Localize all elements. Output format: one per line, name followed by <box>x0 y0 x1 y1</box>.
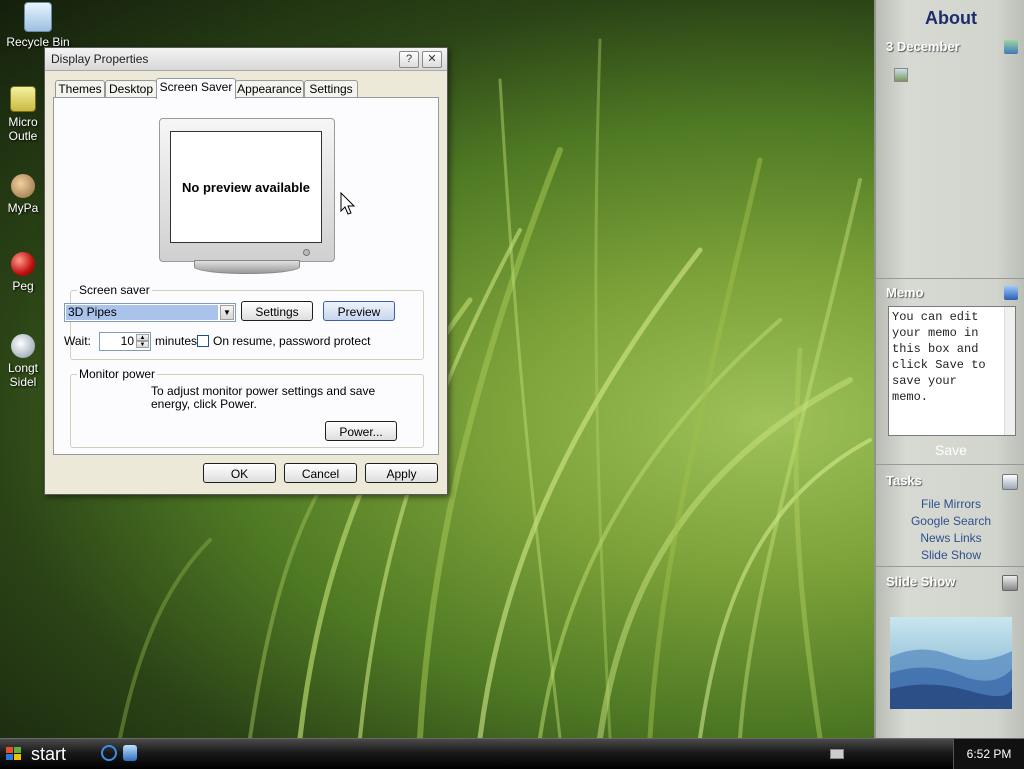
cancel-button[interactable]: Cancel <box>284 463 357 483</box>
calendar-tile: 3 December <box>880 38 1022 278</box>
taskbar: start 6:52 PM <box>0 738 1024 769</box>
red-ball-icon <box>11 252 35 276</box>
sidebar-divider <box>876 566 1024 567</box>
password-protect-label: On resume, password protect <box>213 334 371 348</box>
screen-saver-panel: No preview available Screen saver 3D Pip… <box>53 97 439 455</box>
monitor-power-text: To adjust monitor power settings and sav… <box>151 384 376 411</box>
display-properties-dialog: Display Properties ? ✕ Themes Desktop Sc… <box>44 47 448 495</box>
desktop-icon-label: Micro Outle <box>8 115 38 143</box>
monitor-power-group: Monitor power To adjust monitor power se… <box>70 367 424 448</box>
start-button[interactable]: start <box>0 739 90 769</box>
windows-logo-icon <box>6 747 22 761</box>
sidebar-header[interactable]: About <box>876 0 1024 33</box>
internet-explorer-icon[interactable] <box>101 745 117 761</box>
system-tray-clock[interactable]: 6:52 PM <box>953 739 1024 769</box>
minutes-label: minutes <box>155 334 198 348</box>
memo-tile-icon[interactable] <box>1004 286 1018 300</box>
people-icon <box>11 174 35 198</box>
task-link-google-search[interactable]: Google Search <box>880 513 1022 530</box>
desktop-icon-label: MyPa <box>7 201 39 215</box>
show-desktop-icon[interactable] <box>123 745 137 761</box>
monitor-bezel: No preview available <box>159 118 335 262</box>
tasks-tile: Tasks File Mirrors Google Search News Li… <box>880 472 1022 568</box>
screen-saver-selected: 3D Pipes <box>66 305 218 320</box>
tab-themes[interactable]: Themes <box>55 80 105 98</box>
desktop-icon-peg[interactable]: Peg <box>0 252 46 293</box>
monitor-power-group-label: Monitor power <box>77 367 158 381</box>
screen-saver-group: Screen saver 3D Pipes ▼ Settings Preview… <box>64 283 424 360</box>
task-link-news-links[interactable]: News Links <box>880 530 1022 547</box>
slideshow-tile-icon[interactable] <box>1002 575 1018 591</box>
wait-label: Wait: <box>64 334 91 348</box>
ok-button[interactable]: OK <box>203 463 276 483</box>
outlook-icon <box>10 86 36 112</box>
password-protect-checkbox[interactable] <box>197 335 209 347</box>
recycle-bin-icon <box>24 2 52 32</box>
spin-up-icon[interactable]: ▲ <box>136 334 149 341</box>
tasks-tile-icon[interactable] <box>1002 474 1018 490</box>
spin-down-icon[interactable]: ▼ <box>136 341 149 348</box>
tab-screen-saver[interactable]: Screen Saver <box>156 78 236 99</box>
calendar-title: 3 December <box>886 39 960 54</box>
screen-saver-preview-button[interactable]: Preview <box>323 301 395 321</box>
memo-text: You can edit your memo in this box and c… <box>892 310 986 404</box>
dialog-titlebar[interactable]: Display Properties ? ✕ <box>45 48 447 71</box>
tasks-title: Tasks <box>886 473 922 488</box>
desktop-icon-longhorn-sidebar[interactable]: Longt Sidel <box>0 334 46 389</box>
memo-scrollbar[interactable] <box>1004 307 1015 435</box>
memo-textarea[interactable]: You can edit your memo in this box and c… <box>888 306 1016 436</box>
longhorn-sidebar: About 3 December Memo You can edit your … <box>874 0 1024 738</box>
tab-desktop[interactable]: Desktop <box>105 80 157 98</box>
memo-save-button[interactable]: Save <box>880 442 1022 458</box>
mouse-cursor-icon <box>340 192 356 215</box>
preview-screen: No preview available <box>170 131 322 243</box>
desktop-icon-mypa[interactable]: MyPa <box>0 174 46 215</box>
sidebar-divider <box>876 464 1024 465</box>
monitor-stand <box>194 260 300 274</box>
keyboard-icon[interactable] <box>830 749 844 759</box>
screen-saver-group-label: Screen saver <box>77 283 152 297</box>
memo-tile: Memo You can edit your memo in this box … <box>880 284 1022 460</box>
slideshow-title: Slide Show <box>886 574 956 589</box>
apply-button[interactable]: Apply <box>365 463 438 483</box>
chevron-down-icon[interactable]: ▼ <box>220 305 234 320</box>
start-label: start <box>31 744 67 764</box>
desktop-icon-outlook[interactable]: Micro Outle <box>0 86 46 143</box>
sidebar-app-icon <box>11 334 35 358</box>
calendar-tile-icon[interactable] <box>1004 40 1018 54</box>
memo-title: Memo <box>886 285 924 300</box>
image-placeholder-icon <box>894 68 908 82</box>
desktop-icon-label: Longt Sidel <box>7 361 39 389</box>
screen-saver-settings-button[interactable]: Settings <box>241 301 313 321</box>
wait-minutes-stepper[interactable]: 10 ▲ ▼ <box>99 332 151 351</box>
sidebar-divider <box>876 278 1024 279</box>
slideshow-image[interactable] <box>890 617 1012 709</box>
screen-saver-select[interactable]: 3D Pipes ▼ <box>64 303 236 322</box>
power-led-icon <box>303 249 310 256</box>
wait-value: 10 <box>120 334 134 348</box>
desktop-icon-label: Peg <box>12 279 34 293</box>
task-link-slide-show[interactable]: Slide Show <box>880 547 1022 564</box>
help-button[interactable]: ? <box>399 51 419 68</box>
power-button[interactable]: Power... <box>325 421 397 441</box>
slideshow-tile: Slide Show <box>880 573 1022 733</box>
close-button[interactable]: ✕ <box>422 51 442 68</box>
monitor-preview: No preview available <box>159 118 335 274</box>
tab-appearance[interactable]: Appearance <box>235 80 304 98</box>
dialog-title: Display Properties <box>51 52 149 66</box>
desktop-icon-recycle-bin[interactable]: Recycle Bin <box>3 2 73 49</box>
task-link-file-mirrors[interactable]: File Mirrors <box>880 496 1022 513</box>
tab-settings[interactable]: Settings <box>304 80 358 98</box>
